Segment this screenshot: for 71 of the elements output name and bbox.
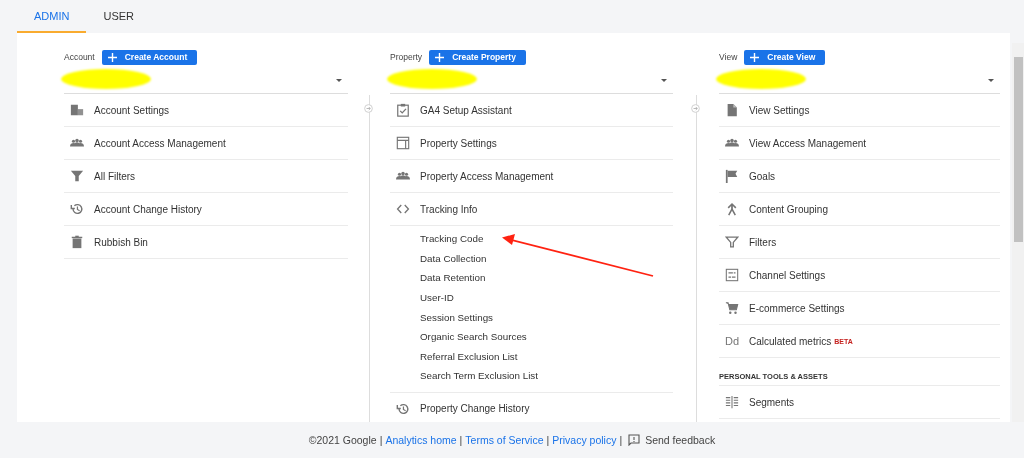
menu-item[interactable]: Account Change History (64, 193, 348, 226)
clipboard-check-icon (396, 103, 410, 117)
column-label: Account (64, 52, 95, 62)
copyright-text: ©2021 Google (308, 434, 377, 446)
menu-item[interactable]: Filters (719, 226, 1000, 259)
column-label: View (719, 52, 738, 62)
menu-item[interactable]: View Access Management (719, 127, 1000, 160)
history-icon (396, 401, 410, 416)
cart-icon (725, 301, 739, 315)
menu-item[interactable]: Property Change History (390, 392, 673, 422)
menu-item[interactable]: Segments (719, 386, 1000, 419)
menu-item[interactable]: Account Settings (64, 94, 348, 127)
tab[interactable]: USER (86, 0, 151, 33)
document-icon (725, 103, 739, 117)
submenu-item[interactable]: Data Collection (420, 248, 487, 269)
separator: | (379, 434, 383, 446)
submenu-item[interactable]: Tracking Code (420, 229, 484, 249)
separator: | (546, 434, 550, 446)
footer-link[interactable]: Terms of Service (465, 434, 544, 446)
menu-item[interactable]: All Filters (64, 160, 348, 193)
separator: | (619, 434, 623, 446)
plus-icon (750, 52, 760, 62)
menu-item[interactable]: Tracking Info (390, 193, 673, 226)
arrow-circle-icon (691, 104, 700, 113)
feedback-icon (628, 434, 641, 446)
submenu-item[interactable]: Organic Search Sources (420, 326, 527, 347)
filter-icon (70, 169, 84, 183)
menu-item[interactable]: View Settings (719, 94, 1000, 127)
branching-icon (725, 202, 739, 216)
submenu-item[interactable]: Session Settings (420, 307, 493, 327)
people-icon (70, 136, 84, 150)
menu-item[interactable]: Rubbish Bin (64, 226, 348, 259)
submenu-item[interactable]: Referral Exclusion List (420, 346, 518, 367)
menu-item[interactable]: Property Access Management (390, 160, 673, 193)
flag-icon (725, 169, 739, 183)
column-label: Property (390, 52, 423, 62)
selector-dropdown[interactable] (64, 67, 348, 94)
building-icon (70, 103, 84, 117)
dd-icon: Dd (725, 335, 739, 347)
scrollbar[interactable] (1012, 43, 1024, 422)
people-icon (396, 169, 410, 183)
filter-icon (725, 235, 739, 249)
submenu-item[interactable]: Search Term Exclusion List (420, 366, 538, 386)
sliders-icon (725, 268, 739, 282)
create-button[interactable]: Create Account (101, 49, 198, 65)
create-button[interactable]: Create View (744, 49, 826, 65)
menu-item[interactable]: Property Settings (390, 127, 673, 160)
trash-icon (70, 235, 84, 249)
submenu-item[interactable]: Data Retention (420, 268, 486, 288)
menu-item[interactable]: Content Grouping (719, 193, 1000, 226)
submenu-item[interactable]: User-ID (420, 287, 454, 308)
window-layout-icon (396, 136, 410, 150)
selector-dropdown[interactable] (390, 67, 673, 94)
plus-icon (435, 52, 445, 62)
create-button[interactable]: Create Property (429, 49, 526, 65)
code-icon (396, 202, 410, 216)
menu-item[interactable]: E-commerce Settings (719, 292, 1000, 325)
menu-item[interactable]: Account Access Management (64, 127, 348, 160)
selector-dropdown[interactable] (719, 67, 1000, 94)
menu-item[interactable]: Channel Settings (719, 259, 1000, 292)
people-icon (725, 136, 739, 150)
plus-icon (107, 52, 117, 62)
segments-icon (725, 395, 739, 409)
arrow-circle-icon (364, 104, 373, 113)
menu-item[interactable]: Goals (719, 160, 1000, 193)
separator: | (459, 434, 463, 446)
menu-item[interactable]: GA4 Setup Assistant (390, 94, 673, 127)
footer-link[interactable]: Privacy policy (552, 434, 617, 446)
footer-link[interactable]: Analytics home (385, 434, 457, 446)
history-icon (70, 202, 84, 216)
feedback-button[interactable]: Send feedback (628, 434, 716, 446)
